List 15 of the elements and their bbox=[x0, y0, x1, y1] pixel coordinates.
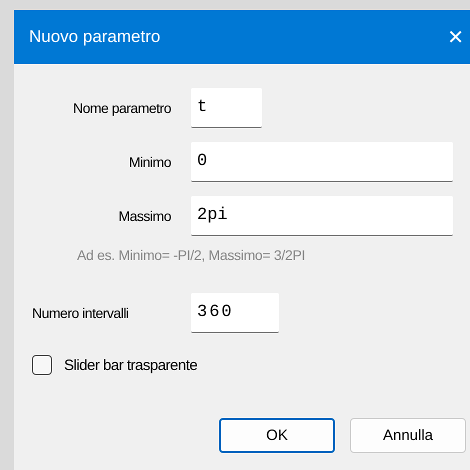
dialog-button[interactable]: OK bbox=[219, 418, 335, 453]
window-title: Nuovo parametro bbox=[29, 27, 160, 47]
hint-text: Ad es. Minimo= -PI/2, Massimo= 3/2PI bbox=[77, 247, 306, 263]
input-field[interactable]: t bbox=[191, 88, 262, 128]
checkbox[interactable] bbox=[32, 355, 52, 375]
input-field[interactable]: 360 bbox=[191, 293, 279, 333]
field-label: Numero intervalli bbox=[32, 305, 130, 321]
input-field[interactable]: 0 bbox=[191, 142, 453, 182]
field-label: Minimo bbox=[128, 154, 171, 170]
checkbox-label[interactable]: Slider bar trasparente bbox=[64, 356, 198, 374]
field-label: Massimo bbox=[117, 208, 171, 224]
input-field[interactable]: 2pi bbox=[191, 196, 453, 236]
field-label: Nome parametro bbox=[72, 100, 171, 116]
dialog-button[interactable]: Annulla bbox=[350, 418, 466, 453]
close-button[interactable]: ✕ bbox=[441, 25, 470, 49]
